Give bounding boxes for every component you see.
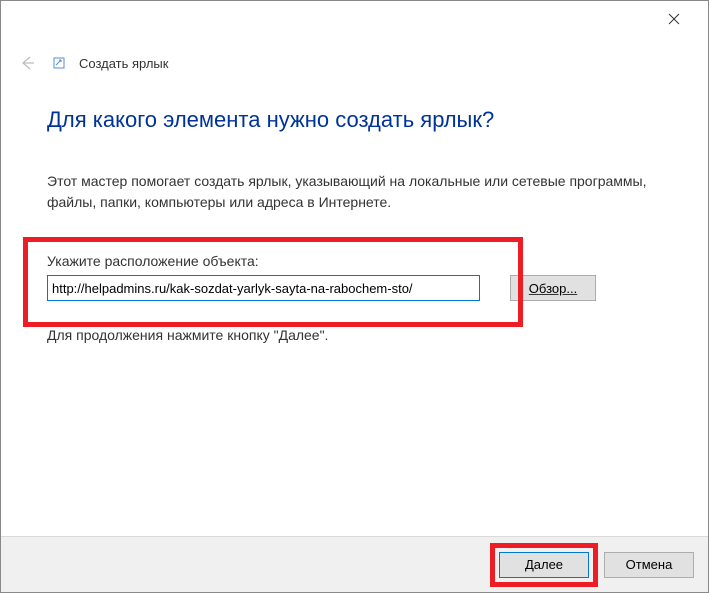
location-section: Укажите расположение объекта: Обзор... (47, 253, 662, 301)
close-button[interactable] (652, 5, 696, 33)
wizard-description: Этот мастер помогает создать ярлык, указ… (47, 171, 662, 213)
wizard-title: Создать ярлык (79, 56, 168, 71)
wizard-footer: Далее Отмена (1, 536, 708, 592)
continue-hint: Для продолжения нажмите кнопку "Далее". (47, 327, 662, 343)
back-button[interactable] (15, 51, 39, 75)
shortcut-wizard-icon (53, 57, 65, 69)
next-rest: алее (534, 557, 563, 572)
close-icon (668, 13, 680, 25)
wizard-header: Создать ярлык (1, 33, 708, 75)
cancel-button[interactable]: Отмена (604, 552, 694, 578)
back-arrow-icon (18, 54, 36, 72)
browse-rest: бзор... (539, 281, 577, 296)
browse-button[interactable]: Обзор... (510, 275, 596, 301)
location-input[interactable] (47, 275, 480, 301)
titlebar (1, 1, 708, 33)
location-row: Обзор... (47, 275, 662, 301)
wizard-content: Для какого элемента нужно создать ярлык?… (1, 75, 708, 343)
browse-mnemonic: О (529, 281, 539, 296)
next-button[interactable]: Далее (499, 552, 589, 578)
next-button-wrap: Далее (494, 547, 594, 583)
next-mnemonic: Д (525, 557, 534, 572)
location-label: Укажите расположение объекта: (47, 253, 662, 269)
page-heading: Для какого элемента нужно создать ярлык? (47, 107, 662, 133)
